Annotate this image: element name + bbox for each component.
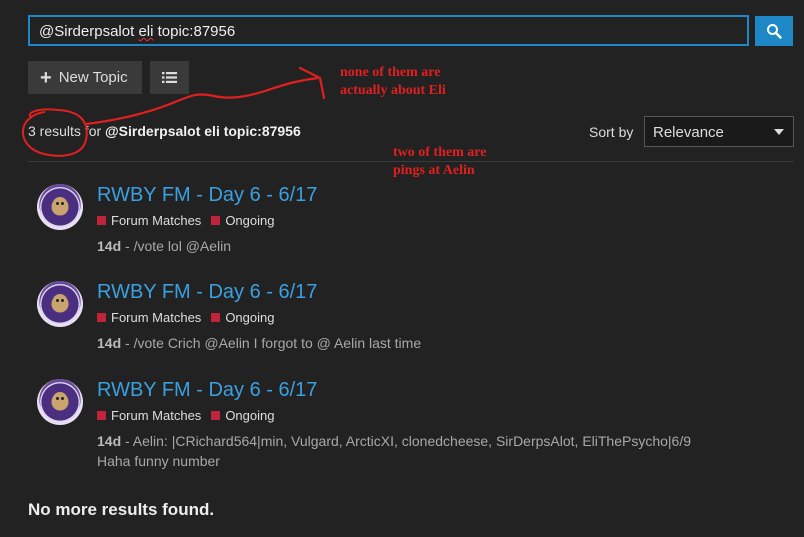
topic-title-link[interactable]: RWBY FM - Day 6 - 6/17 [97,184,317,207]
category-color-square [211,216,221,225]
results-query: @Sirderpsalot eli topic:87956 [105,123,301,139]
result-blurb: 14d - Aelin: |CRichard564|min, Vulgard, … [97,433,692,469]
result-blurb: 14d - /vote lol @Aelin [97,238,232,254]
annotation-line: actually about Eli [340,83,446,98]
category-badges: Forum Matches Ongoing [97,213,274,228]
blurb-text: /vote lol @Aelin [133,238,232,254]
category-badges: Forum Matches Ongoing [97,310,274,325]
chevron-down-icon [774,129,784,135]
blurb-text: /vote Crich @Aelin I forgot to @ Aelin l… [133,335,422,351]
results-count: 3 results for [28,123,102,139]
list-view-button[interactable] [150,61,189,94]
category-label: Forum Matches [111,213,202,228]
annotation-line: none of them are [340,65,441,80]
search-bar: @Sirderpsalot eli topic:87956 [28,15,793,46]
sort-dropdown[interactable]: Relevance [644,116,794,147]
category-color-square [97,411,106,420]
category-badges: Forum Matches Ongoing [97,408,274,423]
no-more-results: No more results found. [28,500,215,519]
avatar[interactable] [37,281,83,327]
new-topic-button[interactable]: + New Topic [28,61,142,94]
new-topic-label: New Topic [58,69,128,86]
search-page: @Sirderpsalot eli topic:87956 + New Topi… [0,0,804,537]
avatar[interactable] [37,184,83,230]
category-color-square [211,313,221,322]
annotation-line: pings at Aelin [393,163,475,178]
category-badge[interactable]: Forum Matches [97,408,201,423]
category-color-square [97,313,106,322]
category-color-square [211,411,221,420]
post-date: 14d [97,433,122,449]
category-label: Ongoing [225,408,275,423]
topic-title-link[interactable]: RWBY FM - Day 6 - 6/17 [97,281,317,304]
search-input[interactable] [28,15,749,46]
sort-selected-value: Relevance [653,124,724,141]
topic-title-link[interactable]: RWBY FM - Day 6 - 6/17 [97,379,317,402]
plus-icon: + [40,66,52,89]
post-date: 14d [97,238,122,254]
avatar[interactable] [37,379,83,425]
search-button[interactable] [755,16,793,46]
annotation-note: none of them are actually about Eli [340,64,446,100]
category-badge[interactable]: Forum Matches [97,310,201,325]
list-icon [162,72,177,83]
blurb-text: Aelin: |CRichard564|min, Vulgard, Arctic… [132,433,692,449]
category-label: Forum Matches [111,310,202,325]
annotation-arrow-head [298,66,326,100]
category-label: Ongoing [225,213,275,228]
category-badge[interactable]: Ongoing [211,213,274,228]
category-badge[interactable]: Forum Matches [97,213,201,228]
annotation-note: two of them are pings at Aelin [393,144,486,180]
results-summary: 3 results for @Sirderpsalot eli topic:87… [28,123,301,139]
sort-label: Sort by [589,124,634,140]
category-label: Forum Matches [111,408,202,423]
category-label: Ongoing [225,310,275,325]
category-color-square [97,216,106,225]
annotation-line: two of them are [393,145,487,160]
result-blurb: 14d - /vote Crich @Aelin I forgot to @ A… [97,335,422,351]
category-badge[interactable]: Ongoing [211,310,274,325]
blurb-text-line2: Haha funny number [97,453,220,469]
post-date: 14d [97,335,122,351]
category-badge[interactable]: Ongoing [211,408,274,423]
search-icon [767,24,782,39]
